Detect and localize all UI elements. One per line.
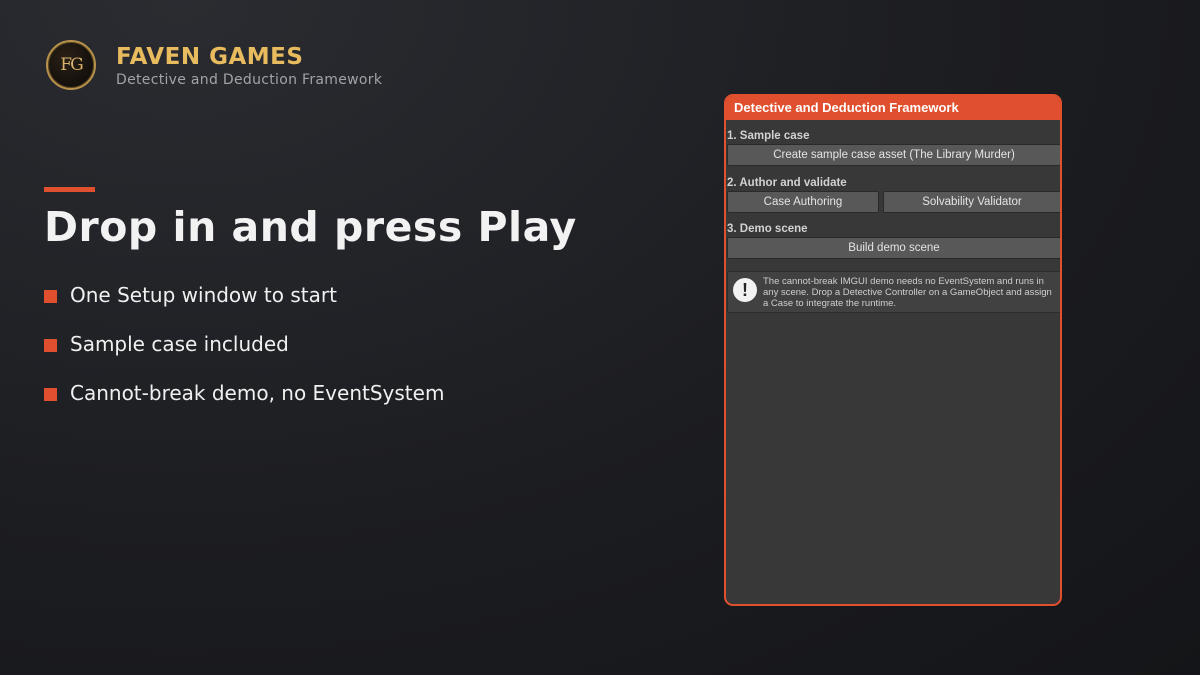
build-demo-scene-button[interactable]: Build demo scene <box>727 237 1060 259</box>
setup-editor-window: Detective and Deduction Framework 1. Sam… <box>724 94 1062 606</box>
slide-headline: Drop in and press Play <box>44 203 577 251</box>
help-box: ! The cannot-break IMGUI demo needs no E… <box>727 271 1060 313</box>
feature-item: Cannot-break demo, no EventSystem <box>44 378 444 407</box>
warning-icon: ! <box>733 278 757 302</box>
feature-item: One Setup window to start <box>44 280 444 309</box>
author-validate-buttons: Case Authoring Solvability Validator <box>727 191 1060 213</box>
section-label-author-validate: 2. Author and validate <box>727 177 847 189</box>
section-label-demo-scene: 3. Demo scene <box>727 223 808 235</box>
solvability-validator-button[interactable]: Solvability Validator <box>883 191 1060 213</box>
bullet-square-icon <box>44 289 57 303</box>
brand-name: FAVEN GAMES <box>116 43 304 70</box>
bullet-square-icon <box>44 387 57 401</box>
feature-list: One Setup window to start Sample case in… <box>44 280 444 427</box>
editor-window-title[interactable]: Detective and Deduction Framework <box>726 96 1060 120</box>
feature-text: One Setup window to start <box>70 282 337 307</box>
case-authoring-button[interactable]: Case Authoring <box>727 191 879 213</box>
section-label-sample-case: 1. Sample case <box>727 130 810 142</box>
brand-subtitle: Detective and Deduction Framework <box>116 71 383 88</box>
feature-text: Sample case included <box>70 331 289 356</box>
faven-games-logo-icon: FG <box>46 40 96 90</box>
headline-accent-bar <box>44 187 95 192</box>
brand-header: FG FAVEN GAMES Detective and Deduction F… <box>46 40 382 90</box>
brand-text: FAVEN GAMES Detective and Deduction Fram… <box>116 43 382 88</box>
feature-item: Sample case included <box>44 329 444 358</box>
bullet-square-icon <box>44 338 57 352</box>
help-text: The cannot-break IMGUI demo needs no Eve… <box>763 276 1052 309</box>
create-sample-case-button[interactable]: Create sample case asset (The Library Mu… <box>727 144 1060 166</box>
editor-window-body: 1. Sample case Create sample case asset … <box>726 120 1060 313</box>
feature-text: Cannot-break demo, no EventSystem <box>70 380 445 405</box>
